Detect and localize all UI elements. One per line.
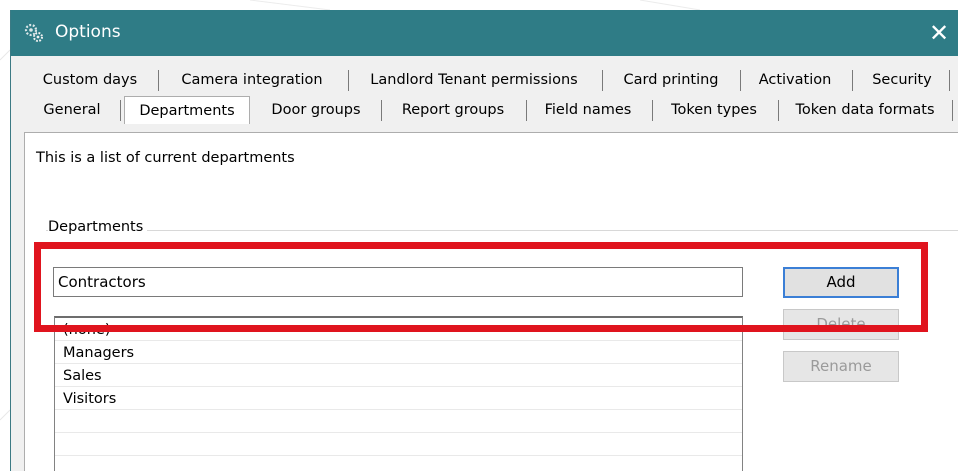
delete-button[interactable]: Delete xyxy=(783,309,899,340)
tab-row-top: Custom days Camera integration Landlord … xyxy=(11,68,958,94)
tab-separator xyxy=(952,100,953,121)
tab-landlord-tenant-permissions[interactable]: Landlord Tenant permissions xyxy=(356,68,592,92)
tab-separator xyxy=(652,100,653,121)
departments-list[interactable]: (none) Managers Sales Visitors xyxy=(54,316,743,471)
tab-separator xyxy=(158,70,159,91)
tab-departments[interactable]: Departments xyxy=(124,96,250,124)
tab-custom-days[interactable]: Custom days xyxy=(31,68,149,92)
tab-camera-integration[interactable]: Camera integration xyxy=(166,68,338,92)
list-rule xyxy=(55,409,742,410)
tab-field-names[interactable]: Field names xyxy=(532,98,644,122)
departments-group-label: Departments xyxy=(48,219,148,235)
tab-door-groups[interactable]: Door groups xyxy=(259,98,373,122)
rename-button[interactable]: Rename xyxy=(783,351,899,382)
group-divider xyxy=(46,230,958,231)
tab-separator xyxy=(348,70,349,91)
gears-icon xyxy=(23,22,45,44)
tab-card-printing[interactable]: Card printing xyxy=(610,68,732,92)
list-item[interactable]: (none) xyxy=(63,319,111,341)
tab-separator xyxy=(740,70,741,91)
add-button[interactable]: Add xyxy=(783,267,899,298)
window-title: Options xyxy=(55,22,121,42)
tab-separator xyxy=(381,100,382,121)
panel-description: This is a list of current departments xyxy=(36,150,295,166)
close-icon[interactable]: ✕ xyxy=(921,16,957,50)
tab-token-data-formats[interactable]: Token data formats xyxy=(783,98,947,122)
tab-separator xyxy=(602,70,603,91)
tab-row-bottom: General Departments Door groups Report g… xyxy=(11,96,958,124)
list-rule xyxy=(55,386,742,387)
tab-report-groups[interactable]: Report groups xyxy=(388,98,518,122)
tab-security[interactable]: Security xyxy=(859,68,945,92)
tab-separator xyxy=(778,100,779,121)
options-dialog: Options ✕ Custom days Camera integration… xyxy=(10,10,958,471)
list-item[interactable]: Sales xyxy=(63,365,102,387)
department-name-input[interactable]: Contractors xyxy=(53,267,743,297)
list-item[interactable]: Managers xyxy=(63,342,134,364)
tab-separator xyxy=(120,100,121,121)
list-rule xyxy=(55,340,742,341)
tab-activation[interactable]: Activation xyxy=(747,68,843,92)
tab-general[interactable]: General xyxy=(33,98,111,122)
list-rule xyxy=(55,432,742,433)
departments-panel: This is a list of current departments De… xyxy=(24,132,958,471)
tab-token-types[interactable]: Token types xyxy=(658,98,770,122)
tab-separator xyxy=(852,70,853,91)
tab-separator xyxy=(526,100,527,121)
tab-separator xyxy=(949,70,950,91)
list-item[interactable]: Visitors xyxy=(63,388,116,410)
title-bar: Options ✕ xyxy=(11,10,958,56)
list-rule xyxy=(55,363,742,364)
list-rule xyxy=(55,455,742,456)
